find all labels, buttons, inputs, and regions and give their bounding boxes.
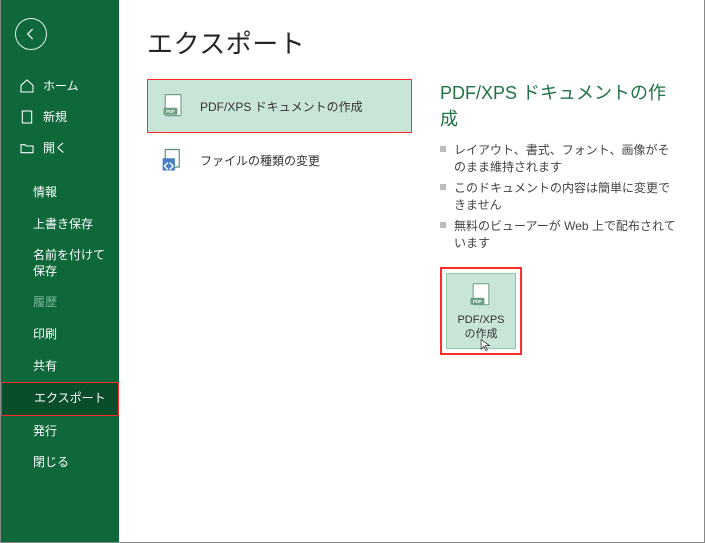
export-option-filetype-label: ファイルの種類の変更 xyxy=(200,152,320,169)
bullet-icon xyxy=(440,184,446,190)
export-option-list: PDF PDF/XPS ドキュメントの作成 ファイルの種類の xyxy=(147,79,412,355)
details-bullet-1: レイアウト、書式、フォント、画像がそのまま維持されます xyxy=(440,141,680,175)
pdf-icon: PDF xyxy=(160,92,188,120)
details-bullet-2: このドキュメントの内容は簡単に変更できません xyxy=(440,179,680,213)
svg-text:PDF: PDF xyxy=(166,109,175,114)
bullet-icon xyxy=(440,222,446,228)
sidebar-item-history: 履歴 xyxy=(1,287,119,319)
export-option-filetype[interactable]: ファイルの種類の変更 xyxy=(147,133,412,187)
svg-text:PDF: PDF xyxy=(473,299,482,304)
sidebar-item-new[interactable]: 新規 xyxy=(1,101,119,132)
sidebar-label-open: 開く xyxy=(43,139,67,156)
new-icon xyxy=(19,109,35,125)
sidebar-item-home[interactable]: ホーム xyxy=(1,70,119,101)
sidebar-item-close[interactable]: 閉じる xyxy=(1,447,119,479)
create-pdf-button[interactable]: PDF PDF/XPS の作成 xyxy=(446,273,516,349)
sidebar-item-saveas[interactable]: 名前を付けて保存 xyxy=(1,240,119,287)
details-bullet-1-text: レイアウト、書式、フォント、画像がそのまま維持されます xyxy=(454,141,680,175)
sidebar-item-save[interactable]: 上書き保存 xyxy=(1,209,119,241)
sidebar-item-publish[interactable]: 発行 xyxy=(1,416,119,448)
export-option-pdf-label: PDF/XPS ドキュメントの作成 xyxy=(200,98,363,115)
page-title: エクスポート xyxy=(147,24,680,61)
filetype-icon xyxy=(160,146,188,174)
sidebar-label-new: 新規 xyxy=(43,108,67,125)
create-pdf-highlight: PDF PDF/XPS の作成 xyxy=(440,267,522,355)
details-bullet-3-text: 無料のビューアーが Web 上で配布されています xyxy=(454,217,680,251)
backstage-sidebar: ホーム 新規 開く 情報 上書き保存 名前を付けて保存 履歴 印刷 共有 エクス… xyxy=(1,0,119,542)
export-option-pdf[interactable]: PDF PDF/XPS ドキュメントの作成 xyxy=(147,79,412,133)
sidebar-item-info[interactable]: 情報 xyxy=(1,177,119,209)
sidebar-item-share[interactable]: 共有 xyxy=(1,351,119,383)
export-details: PDF/XPS ドキュメントの作成 レイアウト、書式、フォント、画像がそのまま維… xyxy=(440,79,680,355)
bullet-icon xyxy=(440,146,446,152)
open-icon xyxy=(19,140,35,156)
details-bullet-2-text: このドキュメントの内容は簡単に変更できません xyxy=(454,179,680,213)
app-container: ホーム 新規 開く 情報 上書き保存 名前を付けて保存 履歴 印刷 共有 エクス… xyxy=(0,0,705,543)
sidebar-item-export[interactable]: エクスポート xyxy=(1,382,119,416)
create-pdf-icon: PDF xyxy=(466,282,496,310)
create-pdf-label-1: PDF/XPS xyxy=(449,314,513,328)
details-title: PDF/XPS ドキュメントの作成 xyxy=(440,79,680,131)
sidebar-item-open[interactable]: 開く xyxy=(1,132,119,163)
main-pane: エクスポート PDF PDF/XPS ドキュメントの作成 xyxy=(119,0,704,542)
mouse-cursor-icon xyxy=(479,338,493,352)
back-button[interactable] xyxy=(15,18,47,50)
details-bullet-3: 無料のビューアーが Web 上で配布されています xyxy=(440,217,680,251)
sidebar-item-print[interactable]: 印刷 xyxy=(1,319,119,351)
home-icon xyxy=(19,78,35,94)
sidebar-label-home: ホーム xyxy=(43,77,79,94)
